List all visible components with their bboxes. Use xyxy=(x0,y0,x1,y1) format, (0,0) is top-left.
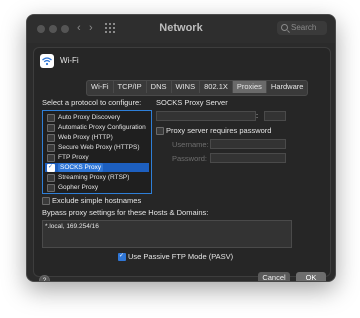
username-field[interactable] xyxy=(210,139,286,149)
protocol-list-heading: Select a protocol to configure: xyxy=(42,98,142,107)
proxies-panel: Select a protocol to configure: Auto Pro… xyxy=(42,98,320,268)
protocol-checkbox[interactable] xyxy=(47,114,55,122)
port-separator: : xyxy=(256,111,259,120)
search-icon xyxy=(281,24,288,31)
bypass-hosts-value: *.local, 169.254/16 xyxy=(45,223,99,230)
protocol-label: SOCKS Proxy xyxy=(58,163,104,172)
protocol-checkbox[interactable] xyxy=(47,154,55,162)
passive-ftp-label: Use Passive FTP Mode (PASV) xyxy=(128,252,234,261)
protocol-checkbox[interactable] xyxy=(47,184,55,192)
network-window: ‹ › Network Search Wi-Fi Wi-Fi TCP/IP DN xyxy=(26,14,336,282)
protocol-label: Auto Proxy Discovery xyxy=(58,114,121,121)
protocol-label: Secure Web Proxy (HTTPS) xyxy=(58,144,140,151)
protocol-label: Web Proxy (HTTP) xyxy=(58,134,113,141)
tab-dns[interactable]: DNS xyxy=(147,81,172,93)
help-button[interactable]: ? xyxy=(39,275,50,281)
protocol-item-auto-discovery[interactable]: Auto Proxy Discovery xyxy=(45,113,149,122)
protocol-item-http[interactable]: Web Proxy (HTTP) xyxy=(45,133,149,142)
protocol-checkbox[interactable] xyxy=(47,134,55,142)
tab-hardware[interactable]: Hardware xyxy=(267,81,308,93)
tab-tcpip[interactable]: TCP/IP xyxy=(114,81,147,93)
exclude-simple-hostnames-checkbox[interactable] xyxy=(42,197,50,205)
protocol-list: Auto Proxy Discovery Automatic Proxy Con… xyxy=(42,110,152,194)
exclude-simple-hostnames-label: Exclude simple hostnames xyxy=(52,196,142,205)
ok-button[interactable]: OK xyxy=(296,272,326,281)
passive-ftp-checkbox[interactable] xyxy=(118,252,126,261)
password-field[interactable] xyxy=(210,153,286,163)
protocol-label: Gopher Proxy xyxy=(58,184,99,191)
requires-password-checkbox[interactable] xyxy=(156,127,164,135)
title-bar: ‹ › Network Search xyxy=(27,15,335,43)
protocol-checkbox[interactable] xyxy=(47,174,55,182)
service-name: Wi-Fi xyxy=(60,56,79,65)
proxy-server-field[interactable] xyxy=(156,111,256,121)
tab-wins[interactable]: WINS xyxy=(172,81,201,93)
protocol-checkbox[interactable] xyxy=(47,163,55,172)
password-label: Password: xyxy=(172,154,208,163)
protocol-label: FTP Proxy xyxy=(58,154,89,161)
bypass-hosts-field[interactable]: *.local, 169.254/16 xyxy=(42,220,292,248)
search-field[interactable]: Search xyxy=(277,21,327,35)
protocol-item-gopher[interactable]: Gopher Proxy xyxy=(45,183,149,192)
proxy-server-heading: SOCKS Proxy Server xyxy=(156,98,228,107)
proxies-sheet: Wi-Fi Wi-Fi TCP/IP DNS WINS 802.1X Proxi… xyxy=(33,47,331,281)
wifi-icon xyxy=(40,54,54,68)
protocol-item-ftp[interactable]: FTP Proxy xyxy=(45,153,149,162)
requires-password-label: Proxy server requires password xyxy=(166,126,272,135)
tab-bar: Wi-Fi TCP/IP DNS WINS 802.1X Proxies Har… xyxy=(86,80,309,96)
protocol-checkbox[interactable] xyxy=(47,124,55,132)
protocol-label: Automatic Proxy Configuration xyxy=(58,124,146,131)
protocol-item-socks[interactable]: SOCKS Proxy xyxy=(45,163,149,172)
protocol-item-rtsp[interactable]: Streaming Proxy (RTSP) xyxy=(45,173,149,182)
tab-proxies[interactable]: Proxies xyxy=(232,81,267,93)
bypass-label: Bypass proxy settings for these Hosts & … xyxy=(42,208,209,217)
protocol-item-https[interactable]: Secure Web Proxy (HTTPS) xyxy=(45,143,149,152)
search-placeholder: Search xyxy=(291,23,317,32)
protocol-label: Streaming Proxy (RTSP) xyxy=(58,174,130,181)
protocol-item-auto-config[interactable]: Automatic Proxy Configuration xyxy=(45,123,149,132)
protocol-checkbox[interactable] xyxy=(47,144,55,152)
username-label: Username: xyxy=(172,140,209,149)
tab-wifi[interactable]: Wi-Fi xyxy=(87,81,114,93)
tab-8021x[interactable]: 802.1X xyxy=(200,81,233,93)
proxy-port-field[interactable] xyxy=(264,111,286,121)
cancel-button[interactable]: Cancel xyxy=(258,272,290,281)
